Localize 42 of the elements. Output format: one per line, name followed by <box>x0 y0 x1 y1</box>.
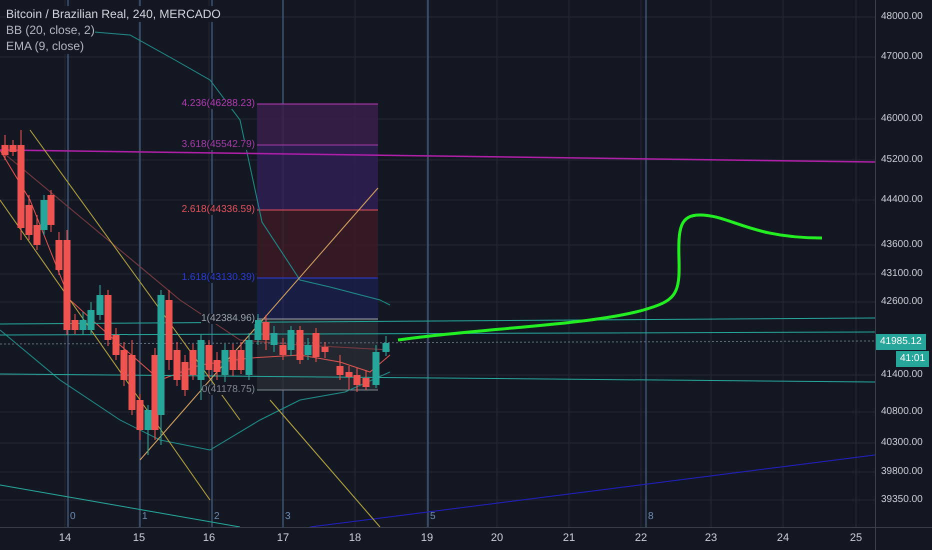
wave-count-label: 5 <box>430 512 436 522</box>
price-axis-label: 41400.00 <box>881 370 923 380</box>
chart-title: Bitcoin / Brazilian Real, 240, MERCADO <box>6 6 221 22</box>
time-axis-label: 25 <box>850 533 862 544</box>
time-axis-label: 15 <box>132 533 146 544</box>
countdown-badge: 41:01 <box>896 351 930 367</box>
time-axis-label: 17 <box>276 533 290 544</box>
fib-level-label: 3.618(45542.79) <box>182 140 255 150</box>
time-axis-label: 14 <box>58 533 72 544</box>
price-axis-label: 43100.00 <box>881 269 923 279</box>
price-axis-label: 46000.00 <box>881 114 923 124</box>
price-axis-label: 40300.00 <box>881 438 923 448</box>
price-axis-label: 48000.00 <box>881 12 923 22</box>
time-axis-label: 23 <box>704 533 718 544</box>
time-axis-label: 18 <box>348 533 362 544</box>
price-axis-label: 39800.00 <box>881 467 923 477</box>
wave-count-label: 1 <box>142 512 148 522</box>
price-axis-label: 44400.00 <box>881 195 923 205</box>
fib-level-label: 4.236(46288.23) <box>182 99 255 109</box>
fib-level-label: 1.618(43130.39) <box>182 273 255 283</box>
time-axis-label: 21 <box>562 533 576 544</box>
time-axis-label: 19 <box>420 533 434 544</box>
fib-level-label: 0(41178.75) <box>202 385 255 395</box>
price-axis-label: 47000.00 <box>881 52 923 62</box>
time-axis-label: 16 <box>202 533 216 544</box>
last-price-badge: 41985.12 <box>876 334 926 350</box>
wave-count-label: 2 <box>214 512 220 522</box>
wave-count-label: 0 <box>70 512 76 522</box>
time-axis-label: 20 <box>490 533 504 544</box>
indicator-label: BB (20, close, 2) <box>6 22 95 38</box>
price-axis-label: 42600.00 <box>881 297 923 307</box>
price-axis-label: 43600.00 <box>881 240 923 250</box>
indicator-label: EMA (9, close) <box>6 38 84 54</box>
wave-count-label: 8 <box>648 512 654 522</box>
time-axis-label: 24 <box>776 533 790 544</box>
time-axis-label: 22 <box>634 533 648 544</box>
wave-count-label: 3 <box>285 512 291 522</box>
price-axis-label: 39350.00 <box>881 495 923 505</box>
price-axis-label: 45200.00 <box>881 155 923 165</box>
fib-level-label: 1(42384.96) <box>201 314 255 324</box>
fib-level-label: 2.618(44336.59) <box>182 205 255 215</box>
price-axis-label: 40800.00 <box>881 407 923 417</box>
